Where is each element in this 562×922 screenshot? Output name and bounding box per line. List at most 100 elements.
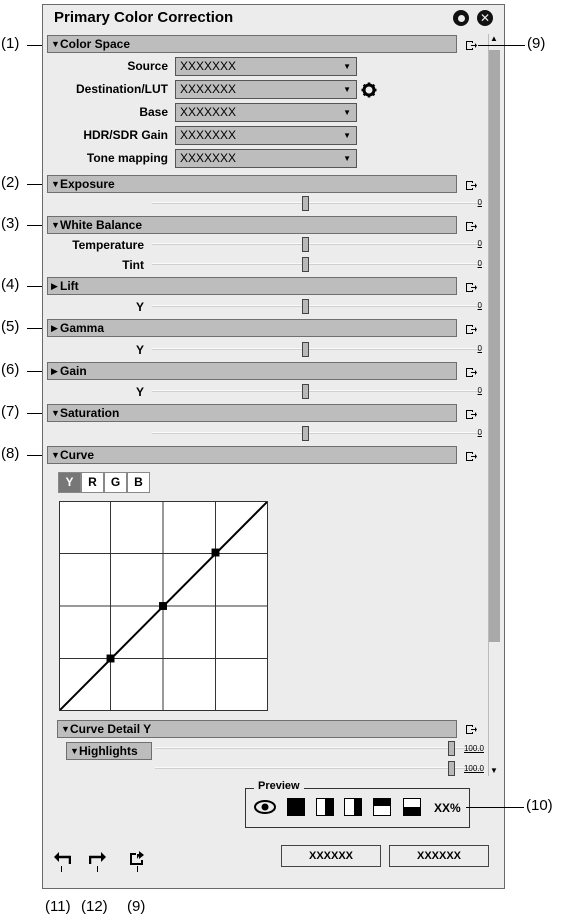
section-gain[interactable]: ▶ Gain — [47, 362, 457, 380]
section-lift[interactable]: ▶ Lift — [47, 277, 457, 295]
eye-icon[interactable] — [254, 800, 276, 814]
lift-y-label: Y — [135, 300, 144, 314]
section-curve[interactable]: ▼ Curve — [47, 446, 457, 464]
curve-graph[interactable] — [59, 501, 268, 711]
gamma-y-slider-thumb[interactable] — [302, 342, 309, 357]
section-gamma[interactable]: ▶ Gamma — [47, 319, 457, 337]
export-icon[interactable] — [465, 450, 477, 462]
cancel-button[interactable]: XXXXXX — [389, 845, 489, 867]
ok-button[interactable]: XXXXXX — [281, 845, 381, 867]
settings-icon[interactable] — [453, 10, 469, 26]
callout-5: (5) — [1, 318, 20, 335]
destination-lut-label: Destination/LUT — [76, 82, 168, 96]
highlights-value[interactable]: 100.0 — [456, 744, 484, 753]
preview-side-by-side-icon[interactable] — [344, 798, 362, 816]
temperature-slider-track[interactable] — [152, 243, 482, 245]
export-icon[interactable] — [465, 323, 477, 335]
export-icon[interactable] — [465, 281, 477, 293]
expand-triangle-icon: ▼ — [51, 220, 60, 230]
preview-split-horizontal-icon[interactable] — [373, 798, 391, 816]
dropdown-arrow-icon: ▼ — [343, 62, 351, 71]
source-dropdown[interactable]: XXXXXXX ▼ — [175, 57, 357, 76]
dropdown-value: XXXXXXX — [180, 82, 237, 96]
dropdown-arrow-icon: ▼ — [343, 85, 351, 94]
gamma-y-value[interactable]: 0 — [456, 344, 482, 353]
exposure-value[interactable]: 0 — [456, 198, 482, 207]
tint-value[interactable]: 0 — [456, 259, 482, 268]
curve-tab-g[interactable]: G — [104, 472, 127, 493]
section-exposure[interactable]: ▼ Exposure — [47, 175, 457, 193]
preview-split-vertical-icon[interactable] — [316, 798, 334, 816]
scrollbar-thumb[interactable] — [489, 50, 500, 642]
dropdown-value: XXXXXXX — [180, 128, 237, 142]
section-saturation[interactable]: ▼ Saturation — [47, 404, 457, 422]
highlights-value-2[interactable]: 100.0 — [456, 764, 484, 773]
highlights-slider-track[interactable] — [155, 747, 482, 749]
dropdown-arrow-icon: ▼ — [343, 154, 351, 163]
preview-top-bottom-icon[interactable] — [403, 798, 421, 816]
undo-icon[interactable] — [53, 851, 71, 865]
section-highlights[interactable]: ▼ Highlights — [66, 742, 152, 760]
section-label: Saturation — [60, 406, 120, 420]
export-icon[interactable] — [465, 179, 477, 191]
curve-tab-b[interactable]: B — [127, 472, 150, 493]
tone-mapping-dropdown[interactable]: XXXXXXX ▼ — [175, 149, 357, 168]
gear-icon[interactable] — [361, 82, 377, 98]
gain-y-label: Y — [135, 385, 144, 399]
export-all-icon[interactable] — [129, 850, 146, 865]
highlights-slider-track-2[interactable] — [155, 767, 482, 769]
saturation-slider-track[interactable] — [152, 432, 482, 434]
expand-triangle-icon: ▼ — [51, 408, 60, 418]
temperature-value[interactable]: 0 — [456, 239, 482, 248]
exposure-slider-thumb[interactable] — [302, 196, 309, 211]
section-label: Lift — [60, 279, 79, 293]
destination-lut-dropdown[interactable]: XXXXXXX ▼ — [175, 80, 357, 99]
export-icon[interactable] — [465, 408, 477, 420]
hdr-sdr-gain-label: HDR/SDR Gain — [83, 128, 168, 142]
curve-tab-r[interactable]: R — [81, 472, 104, 493]
gain-y-slider-track[interactable] — [152, 390, 482, 392]
highlights-slider-thumb[interactable] — [448, 741, 455, 756]
preview-full-icon[interactable] — [287, 798, 305, 816]
export-icon[interactable] — [465, 39, 477, 51]
lift-y-slider-thumb[interactable] — [302, 299, 309, 314]
exposure-slider-track[interactable] — [152, 202, 482, 204]
section-color-space[interactable]: ▼ Color Space — [47, 35, 457, 53]
callout-8: (8) — [1, 445, 20, 462]
export-icon[interactable] — [465, 220, 477, 232]
tint-slider-thumb[interactable] — [302, 257, 309, 272]
callout-11: (11) — [45, 898, 71, 915]
lift-y-slider-track[interactable] — [152, 305, 482, 307]
tint-slider-track[interactable] — [152, 263, 482, 265]
base-dropdown[interactable]: XXXXXXX ▼ — [175, 103, 357, 122]
highlights-slider-thumb-2[interactable] — [448, 761, 455, 776]
preview-zoom[interactable]: XX% — [434, 801, 461, 815]
export-icon[interactable] — [465, 366, 477, 378]
dropdown-value: XXXXXXX — [180, 105, 237, 119]
redo-icon[interactable] — [89, 851, 107, 865]
callout-7: (7) — [1, 403, 20, 420]
callout-9-bottom: (9) — [127, 898, 146, 915]
callout-9: (9) — [527, 35, 546, 52]
close-icon[interactable]: ✕ — [477, 10, 493, 26]
export-icon[interactable] — [465, 723, 477, 735]
section-label: White Balance — [60, 218, 143, 232]
gain-y-slider-thumb[interactable] — [302, 384, 309, 399]
section-curve-detail[interactable]: ▼ Curve Detail Y — [57, 720, 457, 738]
section-label: Curve Detail Y — [70, 722, 152, 736]
temperature-slider-thumb[interactable] — [302, 237, 309, 252]
hdr-sdr-gain-dropdown[interactable]: XXXXXXX ▼ — [175, 126, 357, 145]
curve-tab-y[interactable]: Y — [58, 472, 81, 493]
scroll-down-arrow[interactable]: ▼ — [490, 766, 498, 775]
callout-3: (3) — [1, 215, 20, 232]
gamma-y-slider-track[interactable] — [152, 348, 482, 350]
collapse-triangle-icon: ▶ — [51, 323, 58, 333]
saturation-value[interactable]: 0 — [456, 428, 482, 437]
callout-10: (10) — [526, 797, 553, 814]
saturation-slider-thumb[interactable] — [302, 426, 309, 441]
scroll-up-arrow[interactable]: ▲ — [490, 34, 498, 43]
gain-y-value[interactable]: 0 — [456, 386, 482, 395]
lift-y-value[interactable]: 0 — [456, 301, 482, 310]
temperature-label: Temperature — [72, 238, 144, 252]
section-white-balance[interactable]: ▼ White Balance — [47, 216, 457, 234]
